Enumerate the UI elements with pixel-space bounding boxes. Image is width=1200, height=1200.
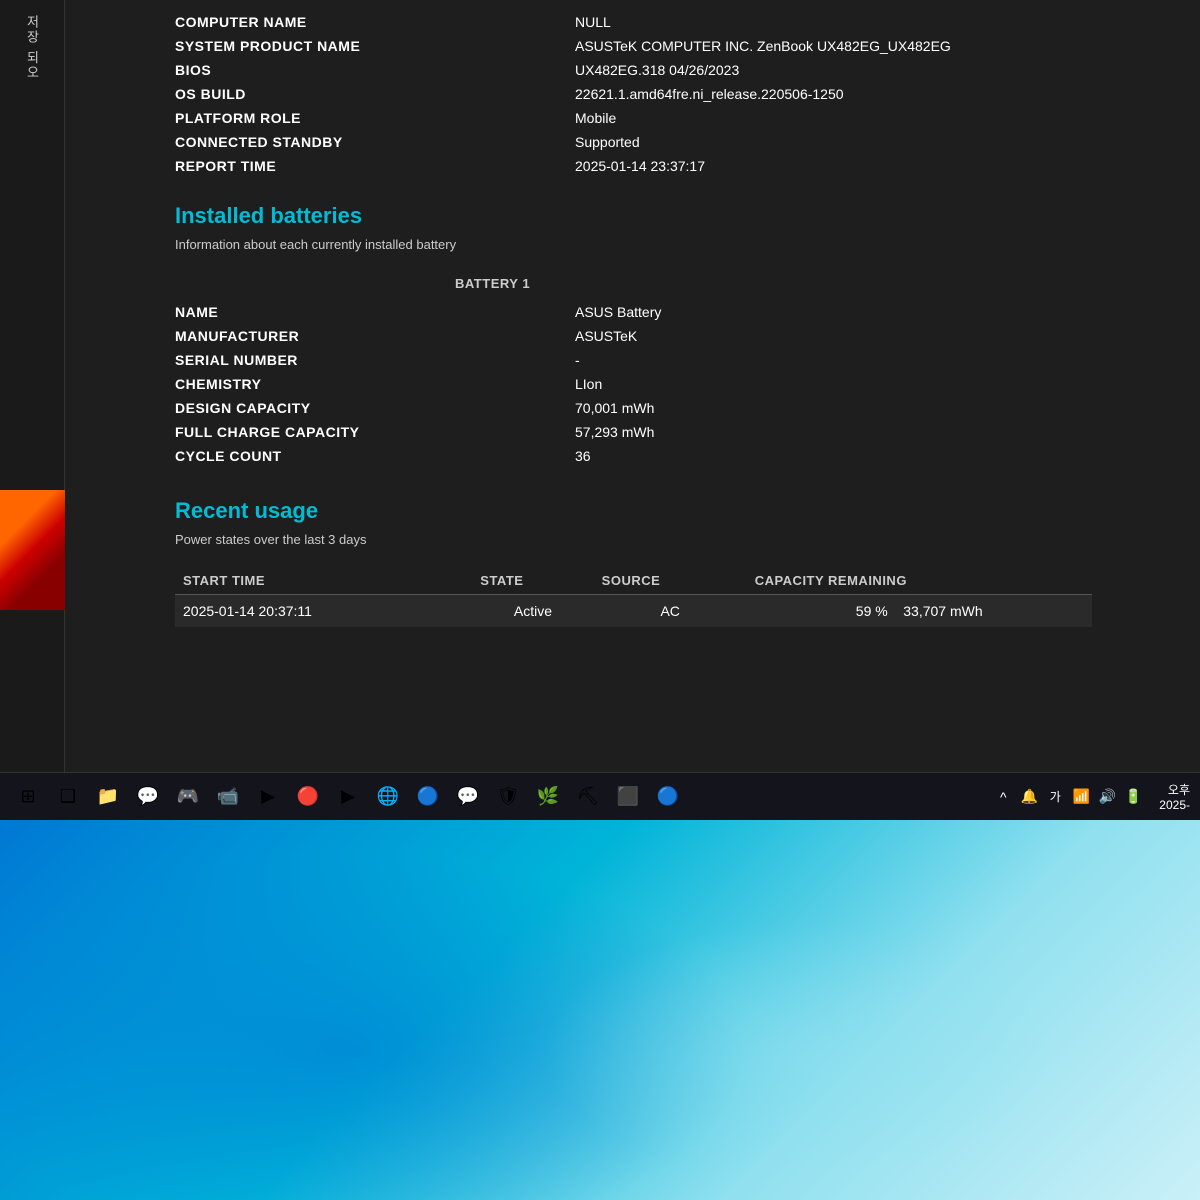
taskbar-icon-chrome[interactable]: 🔵 [410,779,446,815]
clock-time: 오후 [1168,781,1190,798]
system-info-value: NULL [455,10,1140,34]
system-info-row: PLATFORM ROLE Mobile [175,106,1140,130]
usage-table-container: START TIMESTATESOURCECAPACITY REMAINING … [175,567,1140,627]
battery-info-row: SERIAL NUMBER - [175,348,1140,372]
taskbar-icon-app3[interactable]: 🔴 [290,779,326,815]
system-info-value: UX482EG.318 04/26/2023 [455,58,1140,82]
battery-label: CHEMISTRY [175,372,455,396]
system-info-value: ASUSTeK COMPUTER INC. ZenBook UX482EG_UX… [455,34,1140,58]
battery-label: NAME [175,300,455,324]
battery-header: BATTERY 1 [175,272,1140,295]
recent-usage-section: Recent usage Power states over the last … [175,498,1140,627]
system-info-value: Supported [455,130,1140,154]
usage-column-header: STATE [472,567,593,595]
system-info-label: REPORT TIME [175,154,455,178]
system-info-row: BIOS UX482EG.318 04/26/2023 [175,58,1140,82]
taskbar-clock[interactable]: 오후 2025- [1159,781,1190,812]
installed-batteries-title: Installed batteries [175,203,1140,229]
battery-info-row: CYCLE COUNT 36 [175,444,1140,468]
battery-label: DESIGN CAPACITY [175,396,455,420]
system-info-label: SYSTEM PRODUCT NAME [175,34,455,58]
battery-value: 57,293 mWh [455,420,1140,444]
battery-table: NAME ASUS Battery MANUFACTURER ASUSTeK S… [175,300,1140,468]
system-info-label: OS BUILD [175,82,455,106]
taskbar-icon-skype[interactable]: 💬 [450,779,486,815]
desktop-wallpaper [0,820,1200,1200]
system-info-value: Mobile [455,106,1140,130]
usage-table-row: 2025-01-14 20:37:11 Active AC 59 % 33,70… [175,595,1092,628]
taskbar-icon-edge[interactable]: 🌐 [370,779,406,815]
left-thumbnail [0,490,65,610]
swirl-2 [500,900,1100,1200]
taskbar-icon-app4[interactable]: 🛡 [490,779,526,815]
system-info-value: 2025-01-14 23:37:17 [455,154,1140,178]
korean-label: 저장 되오 [23,15,42,81]
usage-column-header: CAPACITY REMAINING [747,567,1092,595]
battery-info-row: FULL CHARGE CAPACITY 57,293 mWh [175,420,1140,444]
installed-batteries-section: Installed batteries Information about ea… [175,203,1140,468]
usage-state: Active [472,595,593,628]
taskbar-icon-youtube[interactable]: ▶ [330,779,366,815]
volume-icon[interactable]: 🔊 [1097,787,1117,807]
taskbar-icon-app2[interactable]: ▶ [250,779,286,815]
system-info-value: 22621.1.amd64fre.ni_release.220506-1250 [455,82,1140,106]
battery-value: LIon [455,372,1140,396]
usage-table-header-row: START TIMESTATESOURCECAPACITY REMAINING [175,567,1092,595]
taskbar-icon-chrome2[interactable]: 🔵 [650,779,686,815]
system-info-row: SYSTEM PRODUCT NAME ASUSTeK COMPUTER INC… [175,34,1140,58]
system-info-row: REPORT TIME 2025-01-14 23:37:17 [175,154,1140,178]
battery-value: 36 [455,444,1140,468]
battery-info-row: MANUFACTURER ASUSTeK [175,324,1140,348]
battery-value: - [455,348,1140,372]
battery-value: ASUS Battery [455,300,1140,324]
taskbar-left: ⊞❑📁💬🎮📹▶🔴▶🌐🔵💬🛡🌿⛏⬛🔵 [10,779,686,815]
taskbar-icon-app5[interactable]: 🌿 [530,779,566,815]
notification-icon[interactable]: 🔔 [1019,787,1039,807]
installed-batteries-subtitle: Information about each currently install… [175,237,1140,252]
system-info-row: CONNECTED STANDBY Supported [175,130,1140,154]
taskbar-icon-windows-start[interactable]: ⊞ [10,779,46,815]
battery-label: CYCLE COUNT [175,444,455,468]
taskbar-right: ^ 🔔 가 📶 🔊 🔋 오후 2025- [993,781,1190,812]
system-info-label: COMPUTER NAME [175,10,455,34]
system-info-label: BIOS [175,58,455,82]
battery-value: 70,001 mWh [455,396,1140,420]
taskbar-icon-zoom[interactable]: 📹 [210,779,246,815]
usage-column-header: SOURCE [594,567,747,595]
taskbar: ⊞❑📁💬🎮📹▶🔴▶🌐🔵💬🛡🌿⛏⬛🔵 ^ 🔔 가 📶 🔊 🔋 오후 2025- [0,772,1200,820]
system-info-label: PLATFORM ROLE [175,106,455,130]
taskbar-icon-file-explorer[interactable]: 📁 [90,779,126,815]
taskbar-icon-task-view[interactable]: ❑ [50,779,86,815]
clock-date: 2025- [1159,798,1190,812]
battery-label: SERIAL NUMBER [175,348,455,372]
report-area: COMPUTER NAME NULL SYSTEM PRODUCT NAME A… [65,0,1200,780]
battery-info-row: CHEMISTRY LIon [175,372,1140,396]
battery-value: ASUSTeK [455,324,1140,348]
system-info-label: CONNECTED STANDBY [175,130,455,154]
system-info-table: COMPUTER NAME NULL SYSTEM PRODUCT NAME A… [175,10,1140,178]
recent-usage-subtitle: Power states over the last 3 days [175,532,1140,547]
taskbar-icon-app1[interactable]: 💬 [130,779,166,815]
wifi-icon[interactable]: 📶 [1071,787,1091,807]
battery-icon[interactable]: 🔋 [1123,787,1143,807]
system-info-row: OS BUILD 22621.1.amd64fre.ni_release.220… [175,82,1140,106]
screen: 저장 되오 COMPUTER NAME NULL SYSTEM PRODUCT … [0,0,1200,1200]
usage-source: AC [594,595,747,628]
usage-column-header: START TIME [175,567,472,595]
left-panel: 저장 되오 [0,0,65,780]
usage-capacity: 59 % 33,707 mWh [747,595,1092,628]
korean-ime-icon[interactable]: 가 [1045,787,1065,807]
battery-info-row: DESIGN CAPACITY 70,001 mWh [175,396,1140,420]
system-info-row: COMPUTER NAME NULL [175,10,1140,34]
battery-info-row: NAME ASUS Battery [175,300,1140,324]
recent-usage-title: Recent usage [175,498,1140,524]
taskbar-icon-minecraft[interactable]: ⛏ [570,779,606,815]
battery-label: MANUFACTURER [175,324,455,348]
taskbar-icon-discord[interactable]: 🎮 [170,779,206,815]
usage-table: START TIMESTATESOURCECAPACITY REMAINING … [175,567,1092,627]
taskbar-icon-terminal[interactable]: ⬛ [610,779,646,815]
battery-label: FULL CHARGE CAPACITY [175,420,455,444]
usage-start-time: 2025-01-14 20:37:11 [175,595,472,628]
chevron-icon[interactable]: ^ [993,787,1013,807]
